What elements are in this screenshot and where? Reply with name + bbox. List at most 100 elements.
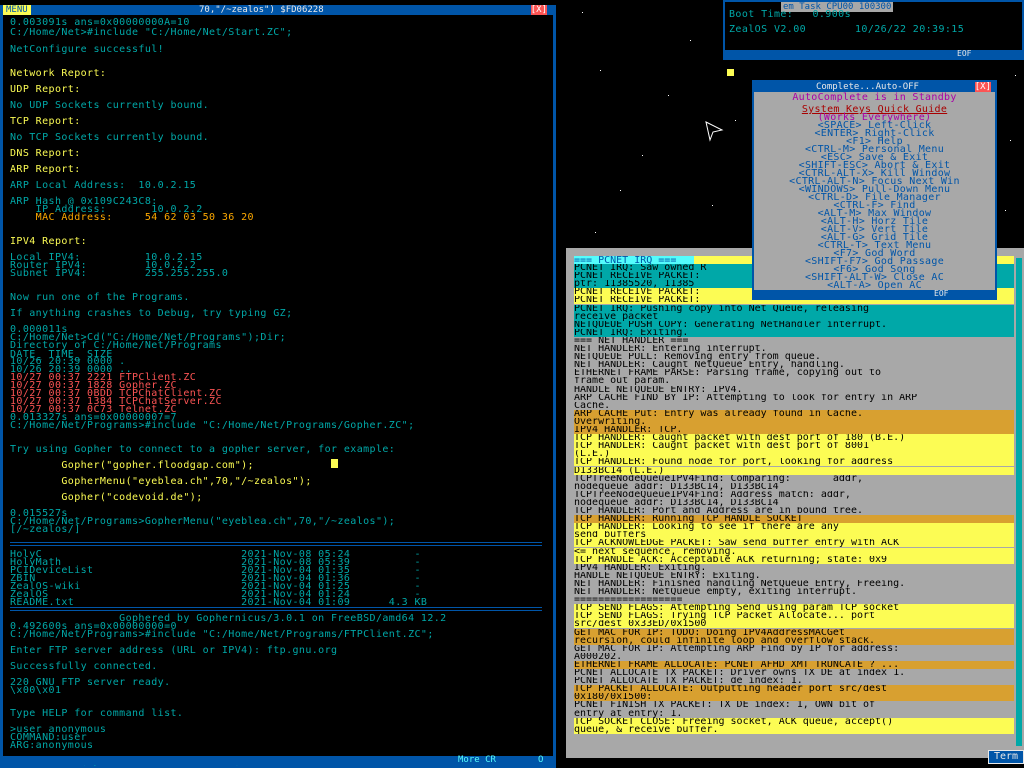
system-datetime: 10/26/22 20:39:15 bbox=[855, 24, 965, 35]
log-line: TCP SOCKET CLOSE: Freeing socket, ACK qu… bbox=[574, 717, 1014, 726]
help-close-button[interactable]: [X] bbox=[974, 82, 991, 92]
log-line: frame out param. bbox=[574, 377, 671, 386]
log-line: GET MAC FOR IP: Attempting ARP Find by I… bbox=[574, 644, 900, 653]
text-cursor bbox=[331, 459, 338, 468]
terminal-line: If anything crashes to Debug, try typing… bbox=[10, 308, 293, 319]
log-line: TCP HANDLER: Running TCP HANDLE SOCKET bbox=[574, 515, 1014, 524]
sys-eof: EOF bbox=[957, 49, 972, 58]
gopher-table-border-top bbox=[10, 542, 542, 546]
log-line: NETQUEUE PUSH COPY: Generating NetHandle… bbox=[574, 320, 1014, 329]
log-line: TCP HANDLER: Found node for port, lookin… bbox=[574, 458, 1014, 467]
terminal-window[interactable]: MENU 70,"/~zealos") $FD06228 [X] 0.00309… bbox=[0, 5, 556, 768]
terminal-line[interactable]: Now run one of the Programs. bbox=[10, 293, 190, 303]
log-line: NET HANDLER: NetQueue empty, exiting int… bbox=[574, 588, 857, 596]
log-line: queue, & receive buffer. bbox=[574, 725, 1014, 734]
sys-eof-bar: EOF bbox=[725, 50, 1022, 58]
log-line: NET HANDLER: Entering interrupt. bbox=[574, 345, 767, 353]
log-line: TCP HANDLER: Looking to see if there are… bbox=[574, 523, 1014, 532]
log-line: TCP HANDLER: Caught packet with dest por… bbox=[574, 434, 1014, 443]
log-line: TCP HANDLER: Port and Address are in bou… bbox=[574, 507, 863, 515]
menu-button[interactable]: MENU bbox=[3, 5, 31, 15]
log-line: nodequeue addr: D133BC14, D133BC14 bbox=[574, 482, 779, 491]
log-line: ARP CACHE Put: Entry was already found i… bbox=[574, 409, 1014, 418]
log-line: PCNET ALLOCATE TX PACKET: de_index: 1. bbox=[574, 677, 803, 686]
terminal-line: C:/Home/Net/Programs>#include "C:/Home/N… bbox=[10, 629, 434, 640]
terminal-line: Network Report: bbox=[10, 68, 107, 79]
terminal-line: Successfully connected. bbox=[10, 661, 158, 672]
log-line: TCP PACKET ALLOCATE: Outputting header p… bbox=[574, 685, 1014, 694]
log-line: NET HANDLER: Finished handling NetQueue … bbox=[574, 579, 906, 588]
system-task-window[interactable]: em Task CPU00 100300 Boot Time: 0.900s Z… bbox=[723, 0, 1024, 60]
log-line: ================== bbox=[574, 596, 683, 605]
sys-resize-handle[interactable] bbox=[727, 69, 734, 76]
terminal-line: C:/Home/Net>#include "C:/Home/Net/Start.… bbox=[10, 27, 293, 38]
log-line: <= next sequence, removing. bbox=[574, 547, 1014, 556]
terminal-titlebar[interactable]: MENU 70,"/~zealos") $FD06228 [X] bbox=[3, 5, 553, 15]
terminal-line: C:/Home/Net/Programs>#include "C:/Home/N… bbox=[10, 420, 415, 431]
log-line: NETQUEUE PULL: Removing entry from queue… bbox=[574, 353, 821, 362]
log-line: GET MAC FOR IP: TODO: Doing IPV4AddressM… bbox=[574, 628, 1014, 637]
terminal-line: DNS Report: bbox=[10, 148, 81, 159]
log-line: === NET HANDLER === bbox=[574, 336, 689, 345]
log-line: PCNET IRQ: Exiting. bbox=[574, 328, 1014, 337]
log-line: Overwriting. bbox=[574, 417, 1014, 426]
log-line: NET HANDLER: Caught NetQueue Entry, hand… bbox=[574, 361, 845, 370]
log-line: send buffers bbox=[574, 531, 1014, 540]
terminal-line: IPV4 Report: bbox=[10, 236, 88, 247]
terminal-line: MAC Address: 54 62 03 50 36 20 bbox=[10, 212, 254, 223]
boot-time: Boot Time: 0.900s bbox=[729, 9, 851, 20]
log-line: ETHERNET FRAME PARSE: Parsing frame, cop… bbox=[574, 369, 882, 378]
log-line: Cache. bbox=[574, 401, 611, 410]
terminal-line: Type HELP for command list. bbox=[10, 708, 184, 719]
os-version: ZealOS V2.00 bbox=[729, 24, 807, 35]
log-line: A000202. bbox=[574, 652, 623, 661]
terminal-line: Try using Gopher to connect to a gopher … bbox=[10, 444, 396, 455]
log-line: ARP CACHE FIND BY IP: Attempting to look… bbox=[574, 393, 918, 402]
terminal-line: GopherMenu("eyeblea.ch",70,"/~zealos"); bbox=[10, 476, 312, 487]
log-line: recursion, could infinite loop and overf… bbox=[574, 636, 1014, 645]
log-line: D133BC14 (L.E.) bbox=[574, 466, 1014, 475]
log-line: HANDLE NETQUEUE ENTRY: Exiting. bbox=[574, 571, 761, 580]
terminal-line: No TCP Sockets currently bound. bbox=[10, 132, 210, 143]
terminal-line: ARP Local Address: 10.0.2.15 bbox=[10, 180, 197, 191]
log-line: PCNET IRQ: Pushing copy into Net Queue, … bbox=[574, 304, 1014, 313]
shortcut-item: <ALT-A> Open AC bbox=[827, 280, 922, 291]
log-frame-bottom bbox=[566, 750, 1024, 758]
terminal-line: NetConfigure successful! bbox=[10, 44, 165, 55]
help-title: Complete...Auto-OFF bbox=[816, 82, 919, 92]
log-line: nodequeue addr: D133BC14, D133BC14 bbox=[574, 498, 779, 507]
log-line: PCNET ALLOCATE TX PACKET: Driver owns TX… bbox=[574, 669, 906, 677]
autocomplete-help-window[interactable]: Complete...Auto-OFF [X] AutoComplete is … bbox=[752, 80, 997, 300]
log-line: receive packet bbox=[574, 312, 1014, 321]
terminal-line: \x00\x01 bbox=[10, 685, 62, 696]
log-line: TCP HANDLE ACK: Acceptable ACK returning… bbox=[574, 555, 1014, 564]
log-line: PCNET FINISH TX PACKET: TX DE index: 1, … bbox=[574, 701, 876, 710]
terminal-line: Subnet IPV4: 255.255.255.0 bbox=[10, 268, 229, 279]
terminal-line: Enter FTP server address (URL or IPV4): … bbox=[10, 645, 338, 656]
log-line: TCP ACKNOWLEDGE PACKET: Saw send buffer … bbox=[574, 539, 1014, 548]
help-titlebar[interactable]: Complete...Auto-OFF [X] bbox=[754, 82, 995, 92]
log-line: TCPTreeNodeQueueIPV4Find: Comparing: add… bbox=[574, 474, 863, 483]
terminal-line: UDP Report: bbox=[10, 84, 81, 95]
log-line: TCP SEND FLAGS: Attempting Send using pa… bbox=[574, 604, 1014, 613]
terminal-line: Gopher("gopher.floodgap.com"); bbox=[10, 460, 254, 471]
log-line: ETHERNET FRAME ALLOCATE: PCNET AFHD XMT … bbox=[574, 660, 1014, 669]
mouse-cursor-icon bbox=[705, 121, 724, 142]
log-line: HANDLE NETQUEUE ENTRY: IPV4. bbox=[574, 385, 743, 394]
more-cr-label: More CR bbox=[458, 755, 496, 765]
log-line: IPV4 HANDLER: Exiting. bbox=[574, 563, 707, 572]
log-line: entry at entry: 1. bbox=[574, 709, 683, 718]
term-taskbar-button[interactable]: Term bbox=[988, 750, 1024, 764]
log-line: IPV4 HANDLER: TCP. bbox=[574, 426, 1014, 434]
help-eof: EOF bbox=[934, 289, 949, 298]
gopher-table-border-bottom bbox=[10, 607, 542, 611]
terminal-close-button[interactable]: [X] bbox=[530, 5, 547, 15]
terminal-status-bar: More CR O bbox=[3, 756, 553, 765]
terminal-line: ARG:anonymous bbox=[10, 740, 94, 751]
log-scrollbar[interactable] bbox=[1016, 258, 1022, 746]
terminal-line: TCP Report: bbox=[10, 116, 81, 127]
log-line: TCP HANDLER: Caught packet with dest por… bbox=[574, 442, 1014, 451]
terminal-line: ARP Report: bbox=[10, 164, 81, 175]
pcnet-log-window[interactable]: === PCNET IRQ === PCNET IRQ: Saw owned R… bbox=[566, 248, 1024, 758]
terminal-line: Gopher("codevoid.de"); bbox=[10, 492, 203, 503]
